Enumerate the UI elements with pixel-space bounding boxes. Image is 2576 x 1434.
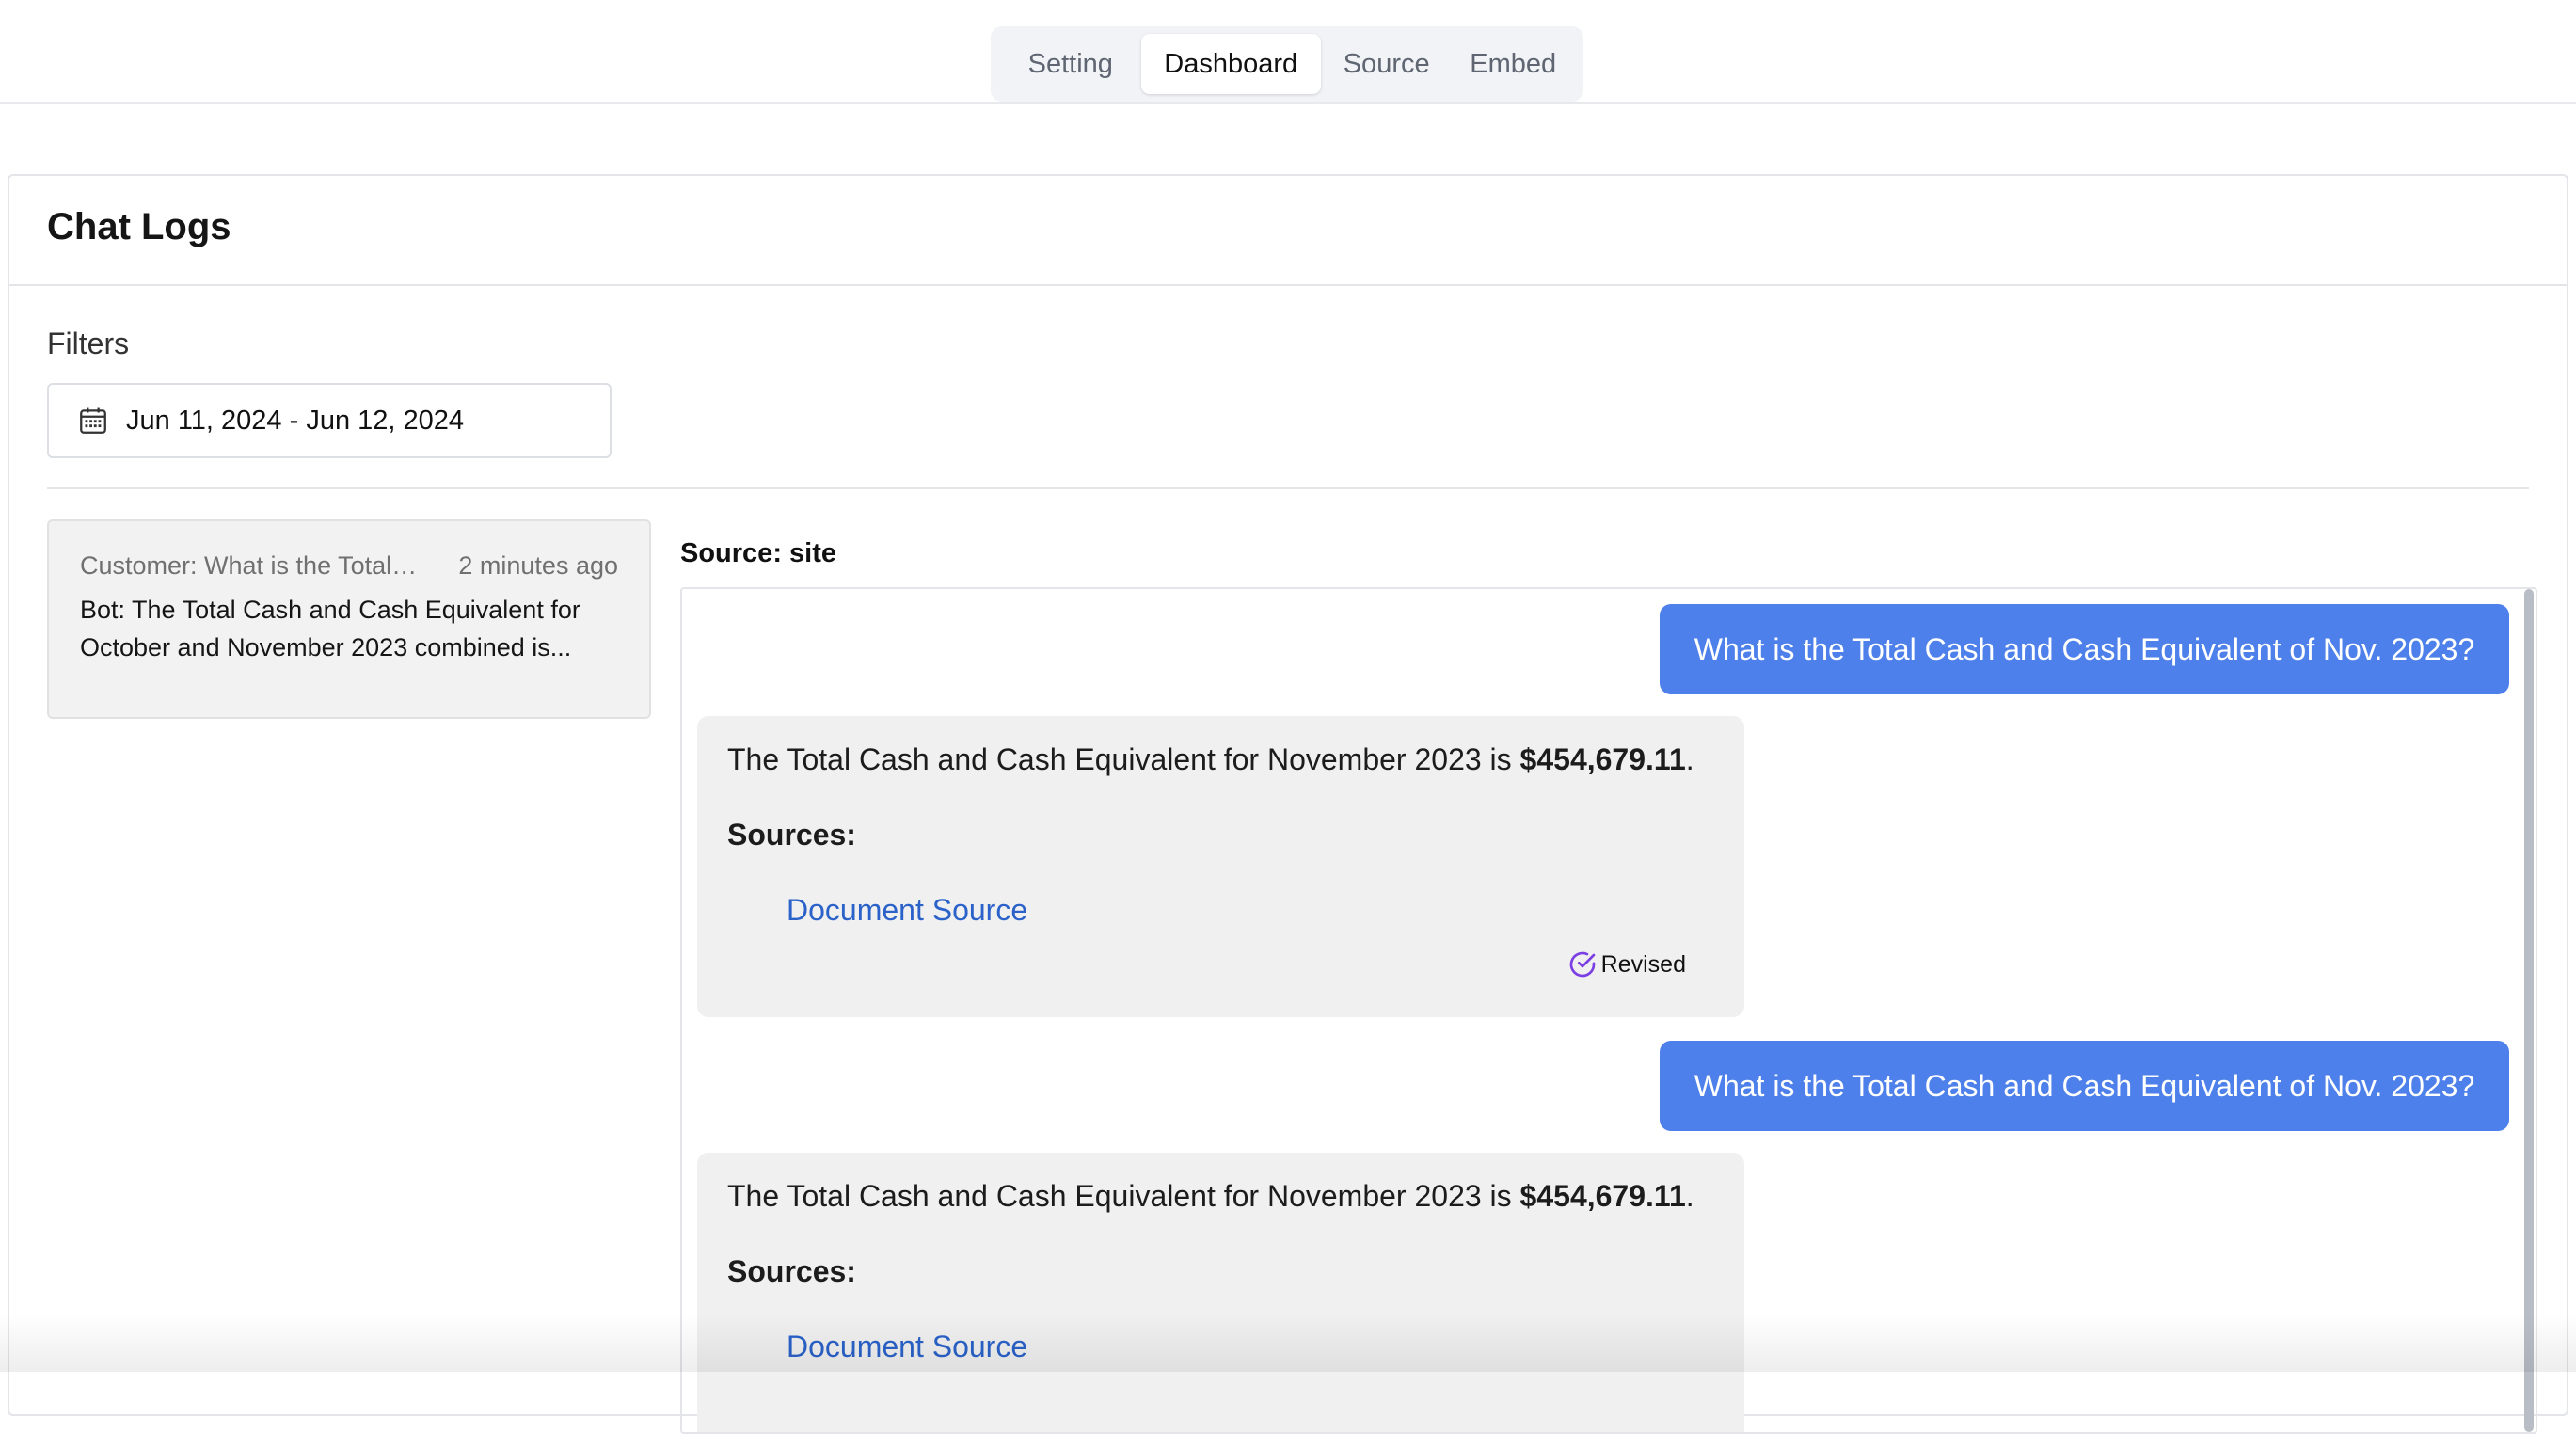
bot-message: The Total Cash and Cash Equivalent for N…: [697, 716, 1744, 1017]
top-navigation: Setting Dashboard Source Embed: [0, 0, 2576, 104]
tab-setting[interactable]: Setting: [1000, 34, 1141, 94]
filters-label: Filters: [47, 327, 130, 360]
tab-bar: Setting Dashboard Source Embed: [991, 26, 1583, 102]
conversation-panel: What is the Total Cash and Cash Equivale…: [680, 587, 2537, 1434]
card-header: Chat Logs: [9, 176, 2567, 286]
tab-dashboard[interactable]: Dashboard: [1140, 34, 1321, 94]
bot-answer: The Total Cash and Cash Equivalent for N…: [727, 1179, 1694, 1214]
calendar-icon: [80, 407, 106, 434]
conversation-source-label: Source: site: [680, 538, 836, 568]
sources-heading: Sources:: [727, 818, 856, 852]
divider: [47, 487, 2529, 489]
sources-heading: Sources:: [727, 1254, 856, 1288]
revised-badge: Revised: [1567, 949, 1686, 980]
log-bot-message: Bot: The Total Cash and Cash Equivalent …: [80, 596, 580, 661]
document-source-link[interactable]: Document Source: [787, 1330, 1027, 1364]
chat-logs-card: Chat Logs Filters Jun 11, 2024 - Jun 12,…: [8, 174, 2568, 1434]
bot-answer: The Total Cash and Cash Equivalent for N…: [727, 742, 1694, 777]
check-circle-icon: [1569, 951, 1596, 978]
date-range-value: Jun 11, 2024 - Jun 12, 2024: [126, 405, 465, 436]
bot-answer-amount: $454,679.11: [1519, 1179, 1686, 1213]
chat-log-item[interactable]: Customer: What is the Total Cash and Cas…: [47, 519, 651, 719]
conversation-scrollbar[interactable]: [2524, 589, 2534, 1432]
bot-answer-amount: $454,679.11: [1519, 742, 1686, 776]
page-title: Chat Logs: [47, 206, 231, 247]
log-timestamp: 2 minutes ago: [458, 551, 618, 580]
tab-source[interactable]: Source: [1321, 34, 1453, 94]
bot-answer-text: The Total Cash and Cash Equivalent for N…: [727, 1179, 1512, 1213]
bot-message: The Total Cash and Cash Equivalent for N…: [697, 1153, 1744, 1432]
bot-answer-text: The Total Cash and Cash Equivalent for N…: [727, 742, 1512, 776]
date-range-picker[interactable]: Jun 11, 2024 - Jun 12, 2024: [47, 383, 612, 458]
user-message: What is the Total Cash and Cash Equivale…: [1660, 604, 2509, 694]
bot-answer-suffix: .: [1685, 742, 1694, 776]
log-customer-message: Customer: What is the Total Cash and Cas…: [80, 551, 419, 580]
revised-label: Revised: [1600, 950, 1686, 978]
user-message: What is the Total Cash and Cash Equivale…: [1660, 1041, 2509, 1131]
document-source-link[interactable]: Document Source: [787, 893, 1027, 928]
tab-embed[interactable]: Embed: [1452, 34, 1574, 94]
bot-answer-suffix: .: [1685, 1179, 1694, 1213]
